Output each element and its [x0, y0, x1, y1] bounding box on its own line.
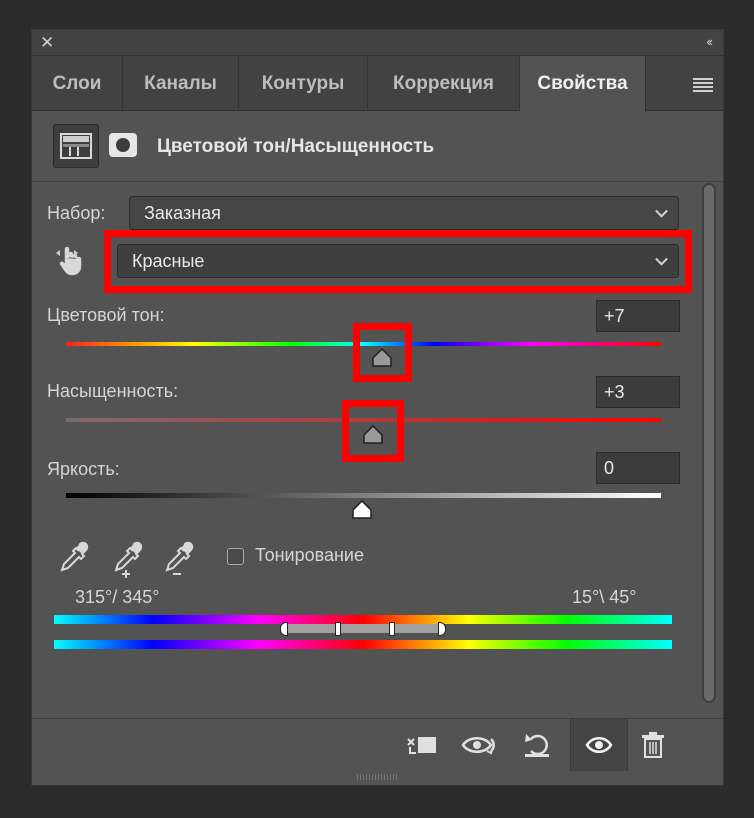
collapse-icon[interactable]: ‹‹ — [706, 34, 713, 49]
preset-select[interactable]: Заказная — [129, 196, 679, 230]
clip-to-layer-icon[interactable] — [402, 727, 442, 763]
lightness-track[interactable] — [66, 493, 661, 498]
lightness-input[interactable]: 0 — [596, 452, 680, 484]
targeted-adjustment-icon[interactable] — [54, 244, 88, 278]
range-right-value: 15°\ 45° — [572, 587, 637, 607]
properties-panel: ✕ ‹‹ Слои Каналы Контуры Коррекция Свойс… — [31, 29, 724, 786]
highlight-saturation-thumb — [342, 400, 404, 462]
preset-value: Заказная — [144, 202, 221, 223]
panel-titlebar: ✕ ‹‹ — [32, 30, 723, 56]
range-inner-left-handle[interactable] — [335, 622, 341, 636]
hue-label: Цветовой тон: — [47, 305, 165, 325]
colorize-label: Тонирование — [255, 545, 364, 565]
scrollbar[interactable] — [702, 183, 716, 703]
tab-bar: Слои Каналы Контуры Коррекция Свойства — [32, 56, 723, 112]
tab-properties[interactable]: Свойства — [520, 56, 646, 112]
trash-icon[interactable] — [638, 727, 668, 763]
range-slider[interactable] — [280, 622, 446, 636]
view-previous-state-icon[interactable] — [460, 727, 502, 763]
close-icon[interactable]: ✕ — [40, 34, 54, 52]
hue-input[interactable]: +7 — [596, 300, 680, 332]
lightness-slider-thumb[interactable] — [351, 499, 373, 520]
range-bar — [285, 624, 440, 633]
saturation-label: Насыщенность: — [47, 381, 179, 401]
highlight-hue-thumb — [353, 323, 412, 382]
hue-saturation-icon[interactable] — [53, 124, 99, 168]
lightness-label: Яркость: — [47, 459, 120, 479]
properties-footer — [32, 718, 723, 771]
eyedropper-plus-icon[interactable] — [108, 540, 144, 580]
preset-label: Набор: — [47, 203, 106, 223]
adjustment-title: Цветовой тон/Насыщенность — [157, 136, 435, 157]
range-left-value: 315°/ 345° — [75, 587, 160, 607]
resize-gripper[interactable] — [357, 774, 397, 780]
saturation-input[interactable]: +3 — [596, 376, 680, 408]
layer-mask-icon[interactable] — [108, 132, 138, 158]
output-color-bar — [54, 640, 672, 649]
properties-header: Цветовой тон/Насыщенность — [32, 112, 723, 182]
tab-layers[interactable]: Слои — [32, 56, 123, 111]
panel-menu-icon[interactable] — [693, 78, 713, 92]
tab-adjustments[interactable]: Коррекция — [368, 56, 520, 111]
scroll-thumb[interactable] — [704, 185, 714, 701]
tab-channels[interactable]: Каналы — [123, 56, 239, 111]
range-left-handle[interactable] — [280, 622, 288, 636]
tab-paths[interactable]: Контуры — [239, 56, 368, 111]
eye-icon[interactable] — [570, 719, 628, 771]
eyedropper-icon[interactable] — [54, 540, 90, 576]
highlight-channel-box — [104, 230, 692, 293]
range-right-handle[interactable] — [438, 622, 446, 636]
reset-icon[interactable] — [520, 727, 556, 763]
range-inner-right-handle[interactable] — [389, 622, 395, 636]
eyedropper-minus-icon[interactable] — [159, 540, 195, 580]
colorize-checkbox[interactable] — [227, 548, 244, 565]
chevron-down-icon — [655, 204, 668, 218]
